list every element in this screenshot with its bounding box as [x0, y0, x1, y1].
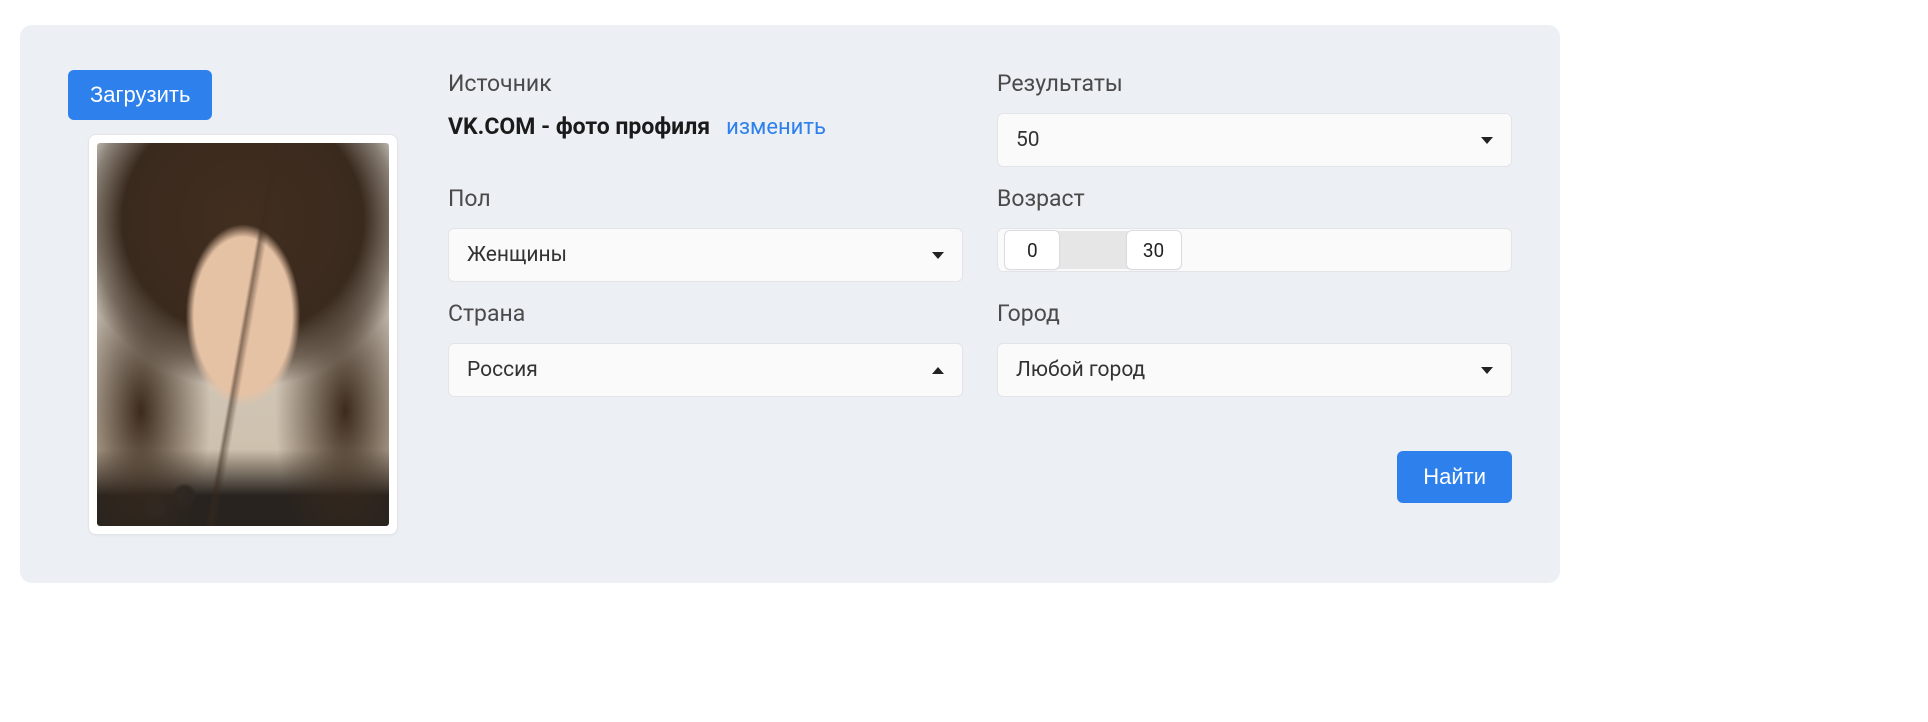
age-range-slider[interactable]: 0 30 [997, 228, 1512, 272]
photo-frame [88, 134, 398, 535]
filters-form: Источник VK.COM - фото профиля изменить … [448, 70, 1512, 535]
country-select-value: Россия [467, 358, 538, 382]
results-field: Результаты 50 [997, 70, 1512, 167]
age-field: Возраст 0 30 [997, 185, 1512, 282]
gender-label: Пол [448, 185, 963, 212]
age-min-value: 0 [1027, 239, 1038, 262]
source-field: Источник VK.COM - фото профиля изменить [448, 70, 963, 167]
search-button[interactable]: Найти [1397, 451, 1512, 503]
chevron-down-icon [1481, 367, 1493, 374]
city-select[interactable]: Любой город [997, 343, 1512, 397]
age-max-value: 30 [1143, 239, 1164, 262]
city-label: Город [997, 300, 1512, 327]
change-source-link[interactable]: изменить [726, 115, 826, 140]
source-value: VK.COM - фото профиля [448, 113, 710, 140]
age-min-handle[interactable]: 0 [1004, 230, 1060, 270]
upload-button[interactable]: Загрузить [68, 70, 212, 120]
upload-column: Загрузить [68, 70, 398, 535]
source-value-row: VK.COM - фото профиля изменить [448, 113, 963, 140]
results-label: Результаты [997, 70, 1512, 97]
gender-select-value: Женщины [467, 243, 567, 267]
results-select-value: 50 [1016, 128, 1040, 152]
results-select[interactable]: 50 [997, 113, 1512, 167]
age-label: Возраст [997, 185, 1512, 212]
age-max-handle[interactable]: 30 [1126, 230, 1182, 270]
age-slider-track: 0 30 [1002, 229, 1507, 271]
country-field: Страна Россия [448, 300, 963, 397]
chevron-down-icon [1481, 137, 1493, 144]
gender-select[interactable]: Женщины [448, 228, 963, 282]
source-label: Источник [448, 70, 963, 97]
country-label: Страна [448, 300, 963, 327]
search-panel: Загрузить Источник VK.COM - фото профиля… [20, 25, 1560, 583]
uploaded-photo[interactable] [97, 143, 389, 526]
chevron-down-icon [932, 252, 944, 259]
city-field: Город Любой город [997, 300, 1512, 397]
gender-field: Пол Женщины [448, 185, 963, 282]
form-footer: Найти [448, 415, 1512, 503]
chevron-up-icon [932, 367, 944, 374]
country-select[interactable]: Россия [448, 343, 963, 397]
city-select-value: Любой город [1016, 358, 1145, 382]
